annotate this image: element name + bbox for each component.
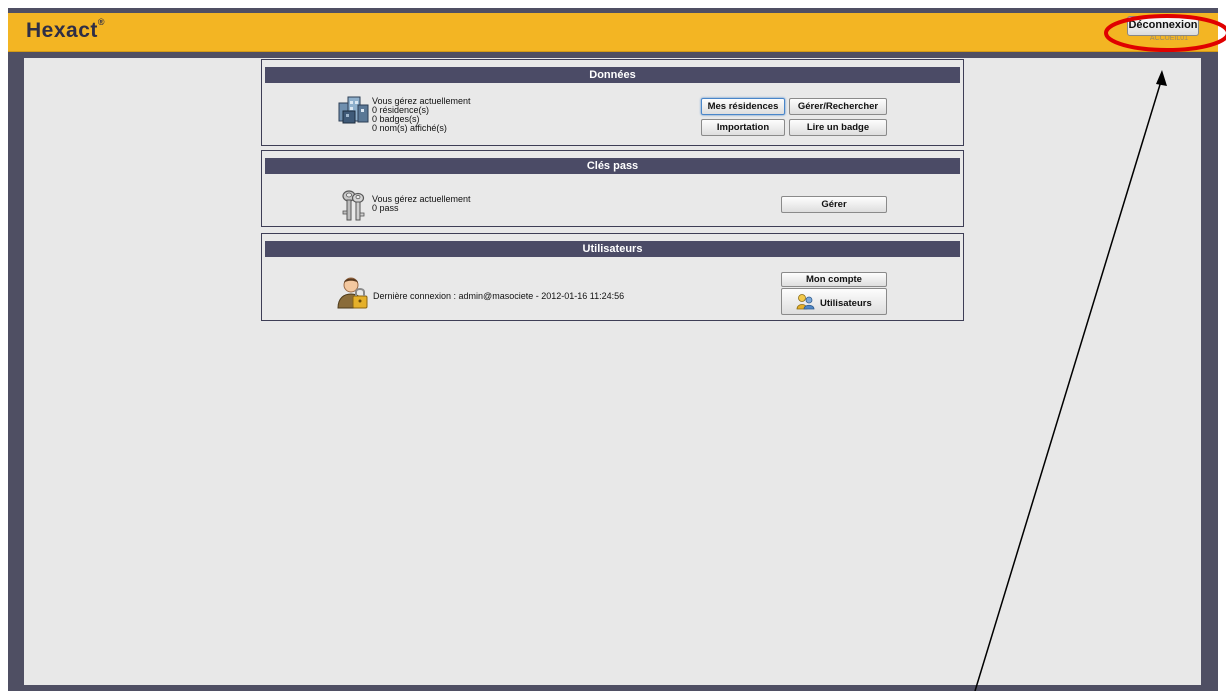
panel-utilisateurs: Utilisateurs Dernière connexion : admin@… [261,233,964,321]
logout-button[interactable]: Déconnexion [1127,16,1199,36]
lire-badge-button[interactable]: Lire un badge [789,119,887,136]
importation-button[interactable]: Importation [701,119,785,136]
gerer-button[interactable]: Gérer [781,196,887,213]
keys-icon [342,190,365,221]
buildings-icon [338,96,369,124]
donnees-summary-line4: 0 nom(s) affiché(s) [372,123,447,133]
panel-cles-pass: Clés pass Vous gérez actuellement 0 pass… [261,150,964,227]
panel-donnees: Données Vous gérez actuellement 0 réside… [261,59,964,146]
panel-title-utilisateurs: Utilisateurs [265,241,960,257]
utilisateurs-button[interactable]: Utilisateurs [781,288,887,315]
panel-title-cles-pass: Clés pass [265,158,960,174]
logo: Hexact® [26,17,106,42]
mon-compte-button[interactable]: Mon compte [781,272,887,287]
user-lock-icon [337,277,368,309]
panel-title-donnees: Données [265,67,960,83]
last-login-text: Dernière connexion : admin@masociete - 2… [373,291,625,301]
users-icon [796,294,815,310]
mes-residences-button[interactable]: Mes résidences [701,98,785,115]
gerer-rechercher-button[interactable]: Gérer/Rechercher [789,98,887,115]
top-bar: Hexact® [8,13,1218,52]
cles-summary-line2: 0 pass [372,203,399,213]
utilisateurs-button-label: Utilisateurs [820,298,872,309]
session-label: ACCUEIL01 [1149,35,1189,42]
